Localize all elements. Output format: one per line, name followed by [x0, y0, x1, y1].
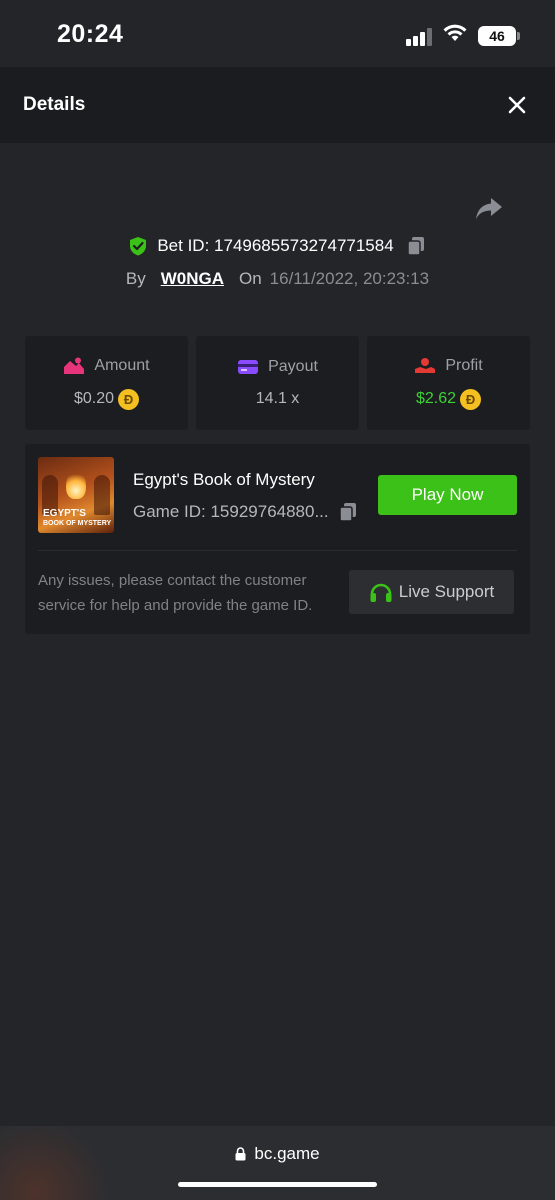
payout-card: Payout 14.1 x: [196, 336, 359, 430]
battery-tip: [517, 32, 520, 40]
divider: [38, 550, 517, 551]
on-label: On: [238, 269, 262, 288]
close-button[interactable]: [500, 88, 534, 122]
game-id-row: Game ID: 15929764880...: [133, 502, 358, 522]
amount-icon: [64, 357, 85, 374]
game-id-text: Game ID: 15929764880...: [133, 502, 329, 521]
lock-icon: [235, 1147, 246, 1161]
username-link[interactable]: W0NGA: [161, 269, 224, 289]
bet-id-value: 1749685573274771584: [214, 236, 394, 255]
browser-bar: bc.game: [0, 1126, 555, 1200]
live-support-button[interactable]: Live Support: [349, 570, 514, 614]
bet-id-row: Bet ID: 1749685573274771584: [0, 234, 555, 258]
payout-label: Payout: [268, 358, 318, 375]
payout-icon: [238, 360, 259, 374]
coin-icon: Đ: [460, 388, 482, 410]
close-icon: [508, 96, 526, 114]
bet-date: 16/11/2022, 20:23:13: [269, 269, 430, 288]
shield-check-icon: [129, 236, 147, 256]
share-icon: [476, 198, 502, 219]
profit-card: Profit $2.62 Đ: [367, 336, 530, 430]
live-support-label: Live Support: [398, 582, 495, 601]
profit-value: $2.62: [415, 390, 457, 407]
payout-value: 14.1 x: [255, 390, 300, 407]
stats-row: Amount $0.20 Đ Payout 14.1 x Profit $2.6…: [25, 336, 530, 430]
bet-id-label: Bet ID:: [157, 236, 210, 255]
play-now-button[interactable]: Play Now: [378, 475, 517, 515]
amount-card: Amount $0.20 Đ: [25, 336, 188, 430]
coin-icon: Đ: [118, 388, 140, 410]
thumbnail-title: EGYPT'S BOOK OF MYSTERY: [43, 508, 112, 528]
home-indicator[interactable]: [178, 1182, 377, 1187]
copy-icon: [406, 237, 424, 256]
page-title: Details: [23, 94, 86, 115]
game-thumbnail[interactable]: EGYPT'S BOOK OF MYSTERY: [38, 457, 114, 533]
copy-game-id-button[interactable]: [338, 502, 358, 522]
status-time: 20:24: [57, 20, 124, 48]
url-row[interactable]: bc.game: [0, 1144, 555, 1164]
battery-icon: 46: [478, 26, 516, 46]
share-button[interactable]: [474, 194, 504, 222]
by-row: By W0NGA On 16/11/2022, 20:23:13: [0, 267, 555, 291]
status-bar: 20:24 46: [0, 0, 555, 67]
details-header: Details: [0, 67, 555, 143]
signal-icon: [406, 28, 434, 46]
wifi-icon: [442, 23, 468, 48]
by-label: By: [125, 269, 146, 288]
profit-label: Profit: [445, 356, 483, 374]
copy-icon: [338, 503, 356, 522]
headset-icon: [370, 583, 392, 602]
amount-value: $0.20: [73, 390, 115, 407]
game-name: Egypt's Book of Mystery: [133, 470, 315, 489]
amount-label: Amount: [94, 356, 150, 374]
url-text: bc.game: [254, 1144, 320, 1163]
profit-icon: [415, 357, 436, 373]
copy-bet-id-button[interactable]: [406, 236, 426, 256]
support-info-text: Any issues, please contact the customer …: [38, 572, 313, 614]
game-card: EGYPT'S BOOK OF MYSTERY Egypt's Book of …: [25, 444, 530, 634]
